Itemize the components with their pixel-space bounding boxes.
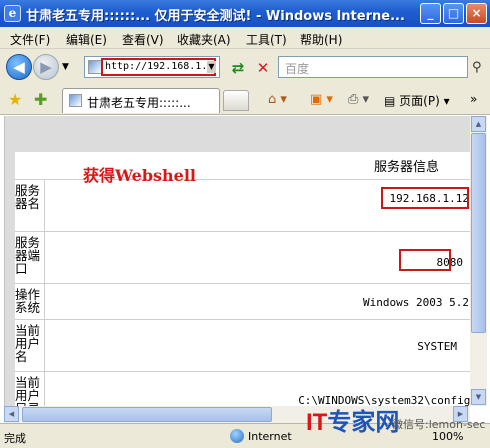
menu-file[interactable]: 文件(F) xyxy=(10,31,50,48)
vertical-scroll-thumb[interactable] xyxy=(471,133,486,333)
watermark-logo-text: 专家网 xyxy=(327,409,400,436)
page-menu[interactable]: ▤ 页面(P) ▾ xyxy=(384,92,450,109)
page-menu-label: 页面(P) xyxy=(399,94,440,108)
watermark-logo-it: IT xyxy=(306,409,328,436)
title-bar: e 甘肃老五专用::::::... 仅用于安全测试! - Windows Int… xyxy=(0,0,490,27)
minimize-button[interactable]: _ xyxy=(420,3,441,24)
menu-bar: 文件(F) 编辑(E) 查看(V) 收藏夹(A) 工具(T) 帮助(H) xyxy=(0,27,490,49)
search-icon[interactable]: ⚲ xyxy=(472,60,482,75)
table-row: 当前用户名 SYSTEM xyxy=(15,320,470,372)
menu-view[interactable]: 查看(V) xyxy=(122,31,164,48)
stop-icon: ✕ xyxy=(256,59,270,77)
back-button[interactable]: ◀ xyxy=(6,54,32,80)
menu-favorites[interactable]: 收藏夹(A) xyxy=(177,31,231,48)
server-info-table: 服务器名 192.168.1.12 服务器端口 8080 操作系统 Window… xyxy=(15,152,470,406)
maximize-button[interactable]: □ xyxy=(443,3,464,24)
row-label: 操作系统 xyxy=(15,284,45,319)
add-favorite-icon[interactable]: ✚ xyxy=(34,90,47,109)
vertical-scrollbar[interactable]: ▲ ▼ xyxy=(470,116,487,406)
page-icon xyxy=(88,60,102,74)
address-dropdown-icon[interactable]: ▼ xyxy=(207,61,216,73)
ie-logo-icon: e xyxy=(4,5,21,22)
scroll-left-icon[interactable]: ◀ xyxy=(4,406,19,422)
webshell-title: 获得Webshell xyxy=(83,166,197,185)
port-highlight xyxy=(399,249,451,271)
home-icon[interactable]: ⌂ ▾ xyxy=(268,92,287,107)
url-text[interactable]: http://192.168.1.1 xyxy=(105,61,205,72)
scroll-up-icon[interactable]: ▲ xyxy=(471,116,486,132)
refresh-button[interactable]: ⇄ xyxy=(229,59,247,77)
window-title: 甘肃老五专用::::::... 仅用于安全测试! - Windows Inter… xyxy=(26,9,405,24)
tab-page-icon xyxy=(69,94,82,107)
row-value: SYSTEM xyxy=(417,340,457,353)
menu-help[interactable]: 帮助(H) xyxy=(300,31,342,48)
row-label: 当前用户名 xyxy=(15,320,45,371)
tab-label: 甘肃老五专用:::::... xyxy=(87,96,191,110)
search-input[interactable]: 百度 xyxy=(278,56,468,78)
back-arrow-icon: ◀ xyxy=(13,58,25,76)
table-row: 操作系统 Windows 2003 5.2 xyxy=(15,284,470,320)
status-text: 完成 xyxy=(4,432,26,445)
menu-tools[interactable]: 工具(T) xyxy=(246,31,287,48)
watermark-logo: IT专家网 xyxy=(306,402,399,437)
row-label: 服务器端口 xyxy=(15,232,45,283)
close-button[interactable]: × xyxy=(466,3,487,24)
search-placeholder: 百度 xyxy=(285,62,310,76)
forward-button[interactable]: ▶ xyxy=(33,54,59,80)
zone-label: Internet xyxy=(248,430,292,443)
rss-icon[interactable]: ▣ ▾ xyxy=(310,92,333,107)
new-tab-button[interactable] xyxy=(223,90,249,111)
print-icon[interactable]: ⎙ ▾ xyxy=(348,92,369,107)
stop-button[interactable]: ✕ xyxy=(254,59,272,77)
horizontal-scroll-thumb[interactable] xyxy=(22,407,272,422)
address-toolbar: ◀ ▶ ▼ http://192.168.1.1 ▼ ⇄ ✕ 百度 ⚲ xyxy=(0,49,490,85)
tab-bar: ★ ✚ 甘肃老五专用:::::... ⌂ ▾ ▣ ▾ ⎙ ▾ ▤ 页面(P) ▾… xyxy=(0,85,490,115)
server-name-highlight xyxy=(381,187,469,209)
internet-zone-icon xyxy=(230,429,244,443)
tab-current[interactable]: 甘肃老五专用:::::... xyxy=(62,88,220,113)
star-icon[interactable]: ★ xyxy=(8,90,22,109)
row-value: Windows 2003 5.2 xyxy=(363,296,469,309)
page-menu-icon: ▤ xyxy=(384,94,400,108)
history-dropdown-icon[interactable]: ▼ xyxy=(62,62,69,72)
table-row: 服务器端口 8080 xyxy=(15,232,470,284)
table-row: 服务器名 192.168.1.12 xyxy=(15,180,470,232)
forward-arrow-icon: ▶ xyxy=(40,58,52,76)
watermark-subtitle: 微信号:lemon-sec xyxy=(392,418,486,431)
row-label: 当前用户目录 xyxy=(15,372,45,406)
server-info-header: 服务器信息 xyxy=(374,160,440,175)
table-row: 当前用户目录 C:\WINDOWS\system32\config\ xyxy=(15,372,470,406)
refresh-icon: ⇄ xyxy=(231,59,245,77)
more-tools-icon[interactable]: » xyxy=(470,92,477,106)
address-input[interactable]: http://192.168.1.1 ▼ xyxy=(84,56,220,78)
menu-edit[interactable]: 编辑(E) xyxy=(66,31,107,48)
row-label: 服务器名 xyxy=(15,180,45,231)
watermark: IT专家网 微信号:lemon-sec xyxy=(306,402,486,437)
